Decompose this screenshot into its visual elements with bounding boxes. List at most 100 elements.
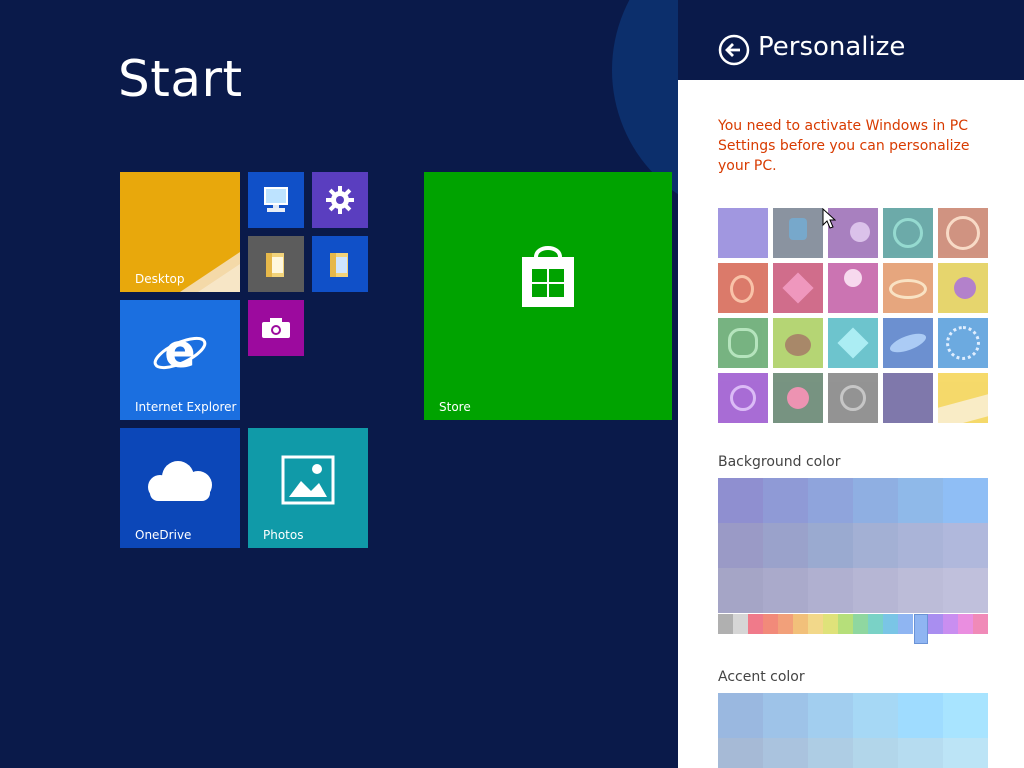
- color-swatch[interactable]: [808, 478, 853, 523]
- accent-color-swatches: [718, 693, 988, 768]
- pattern-thumbnail[interactable]: [718, 373, 768, 423]
- color-swatch[interactable]: [853, 693, 898, 738]
- pattern-thumbnail[interactable]: [718, 263, 768, 313]
- color-swatch[interactable]: [808, 523, 853, 568]
- pattern-thumbnail[interactable]: [883, 208, 933, 258]
- color-swatch[interactable]: [853, 478, 898, 523]
- color-swatch[interactable]: [853, 568, 898, 613]
- start-title: Start: [118, 50, 243, 108]
- hue-segment: [718, 614, 733, 634]
- color-swatch[interactable]: [763, 738, 808, 768]
- folder-icon: [266, 253, 284, 277]
- color-swatch[interactable]: [943, 478, 988, 523]
- start-screen: Start Desktop e Internet Explorer OneDri…: [0, 0, 678, 768]
- color-swatch[interactable]: [808, 693, 853, 738]
- hue-segment: [778, 614, 793, 634]
- pattern-thumbnail[interactable]: [773, 318, 823, 368]
- color-swatch[interactable]: [853, 523, 898, 568]
- pattern-thumbnail[interactable]: [938, 318, 988, 368]
- color-swatch[interactable]: [943, 523, 988, 568]
- tile-photos[interactable]: Photos: [248, 428, 368, 548]
- back-arrow-icon[interactable]: [718, 34, 750, 66]
- svg-text:e: e: [164, 325, 195, 378]
- activation-warning: You need to activate Windows in PC Setti…: [718, 118, 970, 174]
- pattern-thumbnail[interactable]: [828, 318, 878, 368]
- tile-store[interactable]: Store: [424, 172, 672, 420]
- tile-documents[interactable]: [312, 236, 368, 292]
- hue-segment: [808, 614, 823, 634]
- color-swatch[interactable]: [763, 523, 808, 568]
- personalize-pane: Personalize You need to activate Windows…: [678, 0, 1024, 768]
- pattern-thumbnail[interactable]: [883, 263, 933, 313]
- color-swatch[interactable]: [898, 523, 943, 568]
- tile-desktop-label: Desktop: [135, 272, 185, 286]
- color-swatch[interactable]: [718, 693, 763, 738]
- color-swatch[interactable]: [898, 738, 943, 768]
- pattern-thumbnail[interactable]: [828, 263, 878, 313]
- color-swatch[interactable]: [943, 568, 988, 613]
- pattern-thumbnail[interactable]: [938, 263, 988, 313]
- hue-segment: [898, 614, 913, 634]
- gear-icon: [326, 186, 354, 214]
- color-swatch[interactable]: [763, 693, 808, 738]
- computer-icon: [264, 187, 288, 212]
- color-swatch[interactable]: [718, 568, 763, 613]
- color-swatch[interactable]: [943, 738, 988, 768]
- color-swatch[interactable]: [898, 568, 943, 613]
- pattern-thumbnail[interactable]: [718, 208, 768, 258]
- tile-file-explorer[interactable]: [248, 236, 304, 292]
- hue-segment: [853, 614, 868, 634]
- pattern-thumbnail[interactable]: [883, 373, 933, 423]
- tile-pc-settings[interactable]: [312, 172, 368, 228]
- tile-camera[interactable]: [248, 300, 304, 356]
- cloud-icon: [148, 460, 212, 501]
- color-swatch[interactable]: [943, 693, 988, 738]
- tile-photos-label: Photos: [263, 528, 304, 542]
- color-swatch[interactable]: [763, 568, 808, 613]
- camera-icon: [262, 318, 290, 338]
- color-swatch[interactable]: [898, 478, 943, 523]
- color-swatch[interactable]: [718, 478, 763, 523]
- pattern-thumbnail[interactable]: [938, 208, 988, 258]
- pattern-thumbnail[interactable]: [828, 373, 878, 423]
- hue-segment: [763, 614, 778, 634]
- background-hue-slider[interactable]: [718, 614, 988, 634]
- color-swatch[interactable]: [763, 478, 808, 523]
- pattern-thumbnail[interactable]: [773, 208, 823, 258]
- hue-segment: [958, 614, 973, 634]
- hue-segment: [868, 614, 883, 634]
- hue-segment: [943, 614, 958, 634]
- tile-desktop[interactable]: Desktop: [120, 172, 240, 292]
- hue-segment: [928, 614, 943, 634]
- hue-segment: [823, 614, 838, 634]
- color-swatch[interactable]: [898, 693, 943, 738]
- color-swatch[interactable]: [808, 568, 853, 613]
- pane-header: Personalize: [678, 0, 1024, 80]
- internet-explorer-icon: e: [153, 325, 207, 378]
- pattern-thumbnail[interactable]: [938, 373, 988, 423]
- background-color-label: Background color: [718, 454, 841, 470]
- color-swatch[interactable]: [718, 523, 763, 568]
- tile-this-pc[interactable]: [248, 172, 304, 228]
- hue-segment: [793, 614, 808, 634]
- color-swatch[interactable]: [853, 738, 898, 768]
- pattern-thumbnail[interactable]: [718, 318, 768, 368]
- color-swatch[interactable]: [718, 738, 763, 768]
- tile-internet-explorer-label: Internet Explorer: [135, 400, 237, 414]
- pattern-thumbnails: [718, 208, 990, 423]
- hue-segment: [973, 614, 988, 634]
- cursor-icon: [822, 208, 836, 229]
- hue-slider-thumb[interactable]: [914, 614, 928, 644]
- pattern-thumbnail[interactable]: [773, 373, 823, 423]
- tile-internet-explorer[interactable]: e Internet Explorer: [120, 300, 240, 420]
- background-color-swatches: [718, 478, 988, 613]
- tile-onedrive-label: OneDrive: [135, 528, 192, 542]
- color-swatch[interactable]: [808, 738, 853, 768]
- pattern-thumbnail[interactable]: [773, 263, 823, 313]
- pattern-thumbnail[interactable]: [883, 318, 933, 368]
- tile-onedrive[interactable]: OneDrive: [120, 428, 240, 548]
- accent-color-label: Accent color: [718, 669, 805, 685]
- folder-icon: [330, 253, 348, 277]
- tile-store-label: Store: [439, 400, 471, 414]
- hue-segment: [733, 614, 748, 634]
